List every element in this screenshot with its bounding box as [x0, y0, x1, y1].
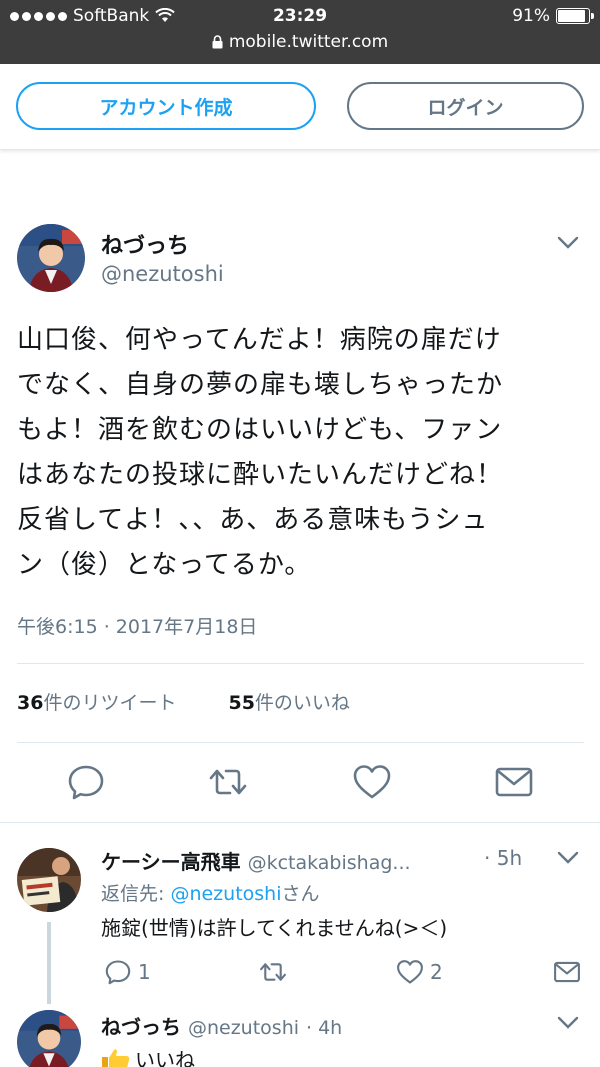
like-label: 件のいいね: [254, 692, 350, 714]
chevron-down-icon[interactable]: [557, 851, 579, 865]
like-count: 55: [228, 692, 255, 714]
retweet-label: 件のリツイート: [43, 692, 177, 714]
reply-icon: [105, 960, 131, 985]
retweet-stat[interactable]: 36件のリツイート: [17, 688, 176, 715]
signup-button[interactable]: アカウント作成: [16, 82, 316, 130]
clock: 23:29: [272, 6, 328, 26]
retweet-count: 36: [17, 692, 44, 714]
retweet-icon[interactable]: [208, 762, 248, 802]
reply-author-handle: @nezutoshi: [187, 1017, 300, 1039]
reply-to-suffix: さん: [281, 883, 320, 905]
reply-text: 施錠(世情)は許してくれませんね(>＜): [101, 916, 448, 940]
reply-avatar[interactable]: [17, 848, 81, 912]
thread-line: [47, 922, 51, 1004]
reply-author-handle: @kctakabishag...: [247, 852, 411, 874]
reply-author-name: ねづっち: [101, 1015, 181, 1039]
reply-icon[interactable]: [66, 762, 106, 802]
chevron-down-icon[interactable]: [557, 1016, 579, 1030]
like-stat[interactable]: 55件のいいね: [228, 688, 349, 715]
reply-to-mention[interactable]: @nezutoshi: [170, 883, 281, 905]
reply-to-label: 返信先:: [101, 883, 165, 905]
top-bar: アカウント作成 ログイン: [0, 64, 600, 150]
share-icon[interactable]: [552, 958, 582, 986]
reply-author-name: ケーシー高飛車: [101, 850, 241, 874]
reply-reply-count: 1: [138, 960, 151, 984]
author-avatar[interactable]: [17, 224, 85, 292]
reply-author[interactable]: ケーシー高飛車 @kctakabishag...: [101, 846, 411, 875]
share-icon[interactable]: [494, 762, 534, 802]
divider: [17, 742, 584, 743]
reply-like-action[interactable]: 2: [396, 958, 443, 986]
login-button[interactable]: ログイン: [347, 82, 584, 130]
reply-text: いいね: [135, 1048, 195, 1067]
battery-percent: 91%: [512, 6, 550, 26]
chevron-down-icon[interactable]: [557, 236, 579, 250]
retweet-icon: [260, 963, 286, 981]
reply-avatar[interactable]: [17, 1010, 81, 1067]
tweet-timestamp[interactable]: 午後6:15 · 2017年7月18日: [17, 612, 257, 639]
lock-icon: [212, 35, 223, 49]
reply-text-row: いいね: [101, 1044, 195, 1067]
author-name[interactable]: ねづっち: [101, 228, 189, 260]
battery-status: 91%: [512, 6, 594, 26]
section-divider: [0, 822, 600, 823]
like-icon: [397, 960, 423, 984]
battery-icon: [556, 8, 594, 24]
tweet-line: 山口俊、何やってんだよ！病院の扉だけ: [17, 325, 502, 355]
tweet-line: もよ！酒を飲むのはいいけども、ファン: [17, 415, 503, 445]
thumbs-up-icon: [102, 1048, 130, 1067]
tweet-line: ン（俊）となってるか。: [17, 550, 312, 580]
reply-time[interactable]: · 5h: [484, 846, 522, 870]
tweet-line: 反省してよ！、、あ、ある意味もうシュ: [17, 505, 489, 535]
address-bar[interactable]: mobile.twitter.com: [0, 32, 600, 52]
tweet-stats: 36件のリツイート 55件のいいね: [17, 688, 350, 715]
like-icon[interactable]: [352, 762, 392, 802]
reply-retweet-action[interactable]: [258, 958, 288, 986]
reply-time[interactable]: · 4h: [306, 1017, 342, 1039]
reply-like-count: 2: [430, 960, 443, 984]
tweet-line: でなく、自身の夢の扉も壊しちゃったか: [17, 370, 504, 400]
tweet-text: 山口俊、何やってんだよ！病院の扉だけ でなく、自身の夢の扉も壊しちゃったか もよ…: [17, 318, 587, 588]
divider: [17, 663, 584, 664]
reply-to: 返信先: @nezutoshiさん: [101, 879, 320, 906]
reply-author[interactable]: ねづっち @nezutoshi · 4h: [101, 1011, 342, 1040]
author-handle[interactable]: @nezutoshi: [101, 262, 224, 286]
status-bar: SoftBank 23:29 91% mobile.twitter.com: [0, 0, 600, 64]
tweet-line: はあなたの投球に酔いたいんだけどね！: [17, 460, 504, 490]
url-text: mobile.twitter.com: [228, 32, 389, 52]
reply-reply-action[interactable]: 1: [104, 958, 151, 986]
